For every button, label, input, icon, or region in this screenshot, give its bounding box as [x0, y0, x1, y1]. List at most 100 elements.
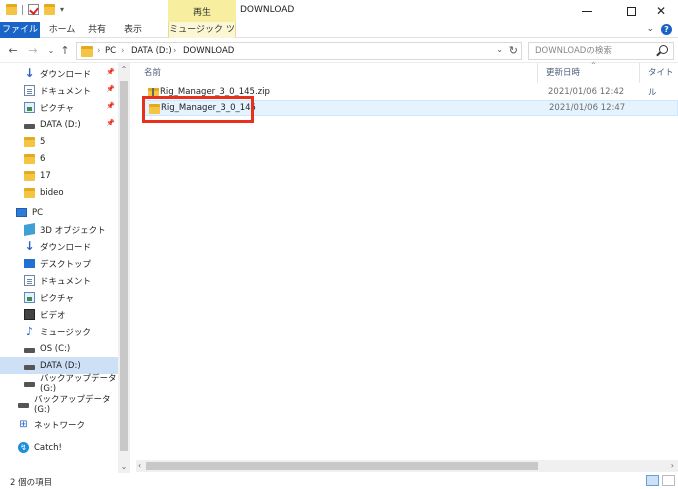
up-button[interactable]: ↑	[58, 43, 72, 59]
contextual-tab-group: 再生	[168, 0, 236, 22]
sidebar-item-pc[interactable]: PC	[0, 204, 118, 221]
scroll-right-icon[interactable]: ›	[671, 460, 674, 472]
sidebar-item-label: バックアップデータ (G:)	[34, 394, 111, 415]
sidebar-item-os-drive[interactable]: OS (C:)	[0, 340, 118, 357]
scroll-down-icon[interactable]: ⌄	[118, 462, 130, 471]
drive-icon	[24, 382, 35, 387]
scrollbar-thumb[interactable]	[146, 462, 538, 470]
pictures-icon	[24, 102, 35, 113]
large-icons-view-icon[interactable]	[662, 475, 675, 486]
tab-view[interactable]: 表示	[118, 22, 148, 38]
minimize-icon	[582, 10, 592, 12]
sidebar-item-network[interactable]: ⊞ ネットワーク	[0, 416, 118, 433]
tab-share[interactable]: 共有	[84, 22, 110, 38]
file-list-horizontal-scrollbar[interactable]: ‹ ›	[136, 460, 678, 472]
address-bar[interactable]: › PC › DATA (D:) › DOWNLOAD ⌄ ↻	[76, 42, 522, 60]
folder-icon	[24, 153, 35, 164]
sidebar-item-label: ダウンロード	[40, 242, 92, 253]
navigation-pane: ↓ ダウンロード 📌 ドキュメント 📌 ピクチャ 📌 DATA (D:) 📌 5…	[0, 63, 130, 473]
details-view-icon[interactable]	[646, 475, 659, 486]
network-icon: ⊞	[19, 419, 28, 430]
sidebar-item-label: ドキュメント	[40, 276, 92, 287]
column-header-name[interactable]: 名前	[136, 63, 538, 83]
pin-icon[interactable]: 📌	[106, 68, 115, 76]
help-icon[interactable]: ?	[661, 24, 672, 35]
navigation-pane-scrollbar[interactable]: ⌃ ⌄	[118, 63, 130, 473]
sidebar-item-label: ビデオ	[40, 310, 66, 321]
breadcrumb-data-drive[interactable]: DATA (D:)	[131, 46, 172, 56]
sidebar-item-folder-6[interactable]: 6	[0, 150, 118, 167]
sidebar-item-folder-bideo[interactable]: bideo	[0, 184, 118, 201]
sidebar-item-documents[interactable]: ドキュメント	[0, 272, 118, 289]
maximize-icon	[626, 6, 636, 16]
search-input[interactable]	[529, 43, 649, 59]
item-count: 2 個の項目	[10, 478, 53, 488]
recent-locations-button[interactable]: ⌄	[44, 43, 58, 59]
title-bar: ▾ 再生 DOWNLOAD ✕	[0, 0, 678, 22]
sidebar-item-quick-downloads[interactable]: ↓ ダウンロード 📌	[0, 65, 118, 82]
breadcrumb-separator[interactable]: ›	[173, 46, 176, 56]
sidebar-item-label: ネットワーク	[34, 420, 86, 431]
properties-icon[interactable]	[28, 4, 39, 15]
scroll-up-icon[interactable]: ⌃	[118, 65, 130, 74]
sidebar-item-label: bideo	[40, 187, 64, 198]
sidebar-item-music[interactable]: ♪ ミュージック	[0, 323, 118, 340]
status-bar: 2 個の項目	[0, 473, 678, 489]
sidebar-item-quick-documents[interactable]: ドキュメント 📌	[0, 82, 118, 99]
folder-icon	[24, 187, 35, 198]
expand-ribbon-icon[interactable]: ⌄	[646, 24, 654, 34]
navigation-bar: ← → ⌄ ↑ › PC › DATA (D:) › DOWNLOAD ⌄ ↻	[0, 39, 678, 63]
quick-access-toolbar: ▾	[6, 4, 64, 15]
scroll-left-icon[interactable]: ‹	[138, 460, 141, 472]
sidebar-item-desktop[interactable]: デスクトップ	[0, 255, 118, 272]
breadcrumb-pc[interactable]: PC	[105, 46, 116, 56]
address-dropdown-icon[interactable]: ⌄	[496, 45, 503, 54]
sidebar-item-catch[interactable]: ↯ Catch!	[0, 439, 118, 456]
scrollbar-thumb[interactable]	[120, 81, 128, 451]
file-modified: 2021/01/06 12:42	[548, 87, 625, 97]
pin-icon[interactable]: 📌	[106, 102, 115, 110]
annotation-highlight	[142, 96, 254, 123]
explorer-window: ▾ 再生 DOWNLOAD ✕ ファイル ホーム 共有 表示 ミュージック ツー…	[0, 0, 678, 489]
sidebar-item-3d-objects[interactable]: 3D オブジェクト	[0, 221, 118, 238]
sidebar-item-quick-data-drive[interactable]: DATA (D:) 📌	[0, 116, 118, 133]
breadcrumb-separator[interactable]: ›	[121, 46, 124, 56]
sidebar-item-label: 17	[40, 170, 51, 181]
sidebar-item-folder-5[interactable]: 5	[0, 133, 118, 150]
close-button[interactable]: ✕	[644, 0, 678, 22]
catch-icon: ↯	[18, 442, 29, 453]
column-header-title[interactable]: タイトル	[640, 63, 678, 98]
drive-icon	[24, 365, 35, 370]
desktop-icon	[24, 259, 35, 268]
sidebar-item-label: 3D オブジェクト	[40, 225, 106, 236]
sidebar-item-quick-pictures[interactable]: ピクチャ 📌	[0, 99, 118, 116]
sidebar-item-backup-drive[interactable]: バックアップデータ (G:)	[0, 374, 118, 394]
sidebar-item-pictures[interactable]: ピクチャ	[0, 289, 118, 306]
sidebar-item-folder-17[interactable]: 17	[0, 167, 118, 184]
sidebar-item-videos[interactable]: ビデオ	[0, 306, 118, 323]
qat-dropdown-icon[interactable]: ▾	[60, 5, 64, 14]
contextual-group-label: 再生	[192, 8, 211, 18]
minimize-button[interactable]	[570, 0, 604, 22]
breadcrumb-separator[interactable]: ›	[97, 46, 100, 56]
search-icon[interactable]	[659, 45, 668, 54]
music-icon: ♪	[25, 325, 34, 338]
back-button[interactable]: ←	[6, 43, 20, 59]
tab-home[interactable]: ホーム	[46, 22, 78, 38]
sidebar-item-downloads[interactable]: ↓ ダウンロード	[0, 238, 118, 255]
tab-file[interactable]: ファイル	[0, 22, 40, 38]
sidebar-item-backup-drive-root[interactable]: バックアップデータ (G:)	[0, 394, 118, 415]
search-box[interactable]	[528, 42, 674, 60]
new-folder-icon[interactable]	[44, 4, 55, 15]
pin-icon[interactable]: 📌	[106, 85, 115, 93]
pin-icon[interactable]: 📌	[106, 119, 115, 127]
forward-button[interactable]: →	[26, 43, 40, 59]
tab-music-tools[interactable]: ミュージック ツール	[168, 22, 236, 51]
separator	[22, 4, 23, 15]
column-header-modified[interactable]: 更新日時	[538, 63, 640, 83]
video-icon	[24, 309, 35, 320]
maximize-button[interactable]	[614, 0, 648, 22]
refresh-icon[interactable]: ↻	[509, 44, 518, 57]
breadcrumb-download[interactable]: DOWNLOAD	[183, 46, 234, 56]
sidebar-item-label: 6	[40, 153, 46, 164]
